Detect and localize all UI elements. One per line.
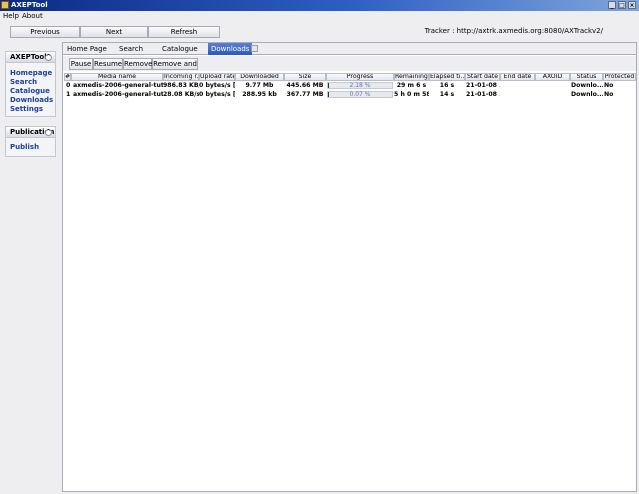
upload-rate: 0 bytes/s [0] <box>199 90 235 99</box>
remove-and-button[interactable]: Remove and ... <box>152 58 198 70</box>
menu-bar: Help About <box>0 11 639 21</box>
elapsed-time: 14 s <box>429 90 465 99</box>
sidebar-axeptool-header[interactable]: AXEPTool ^ <box>6 52 55 63</box>
sidebar-item-homepage[interactable]: Homepage <box>6 69 55 78</box>
column-header[interactable]: Progress <box>326 73 394 81</box>
next-button[interactable]: Next <box>80 26 148 38</box>
elapsed-time: 16 s <box>429 81 465 90</box>
upload-rate: 0 bytes/s [0] <box>199 81 235 90</box>
menu-about[interactable]: About <box>22 12 43 20</box>
protected: No <box>604 90 636 99</box>
column-header[interactable]: Protected <box>603 73 636 81</box>
tab-search[interactable]: Search <box>119 43 143 55</box>
download-actions-bar: Pause Resume Remove Remove and ... <box>63 56 636 71</box>
tab-downloads[interactable]: Downloads <box>208 43 252 55</box>
column-header[interactable]: AXOID <box>535 73 570 81</box>
remove-button[interactable]: Remove <box>123 58 152 70</box>
downloaded: 288.95 kb <box>235 90 284 99</box>
protected: No <box>604 81 636 90</box>
close-icon[interactable]: × <box>628 1 636 9</box>
media-name: axmedis-2006-general-tutori... <box>73 81 163 90</box>
remaining-time: 5 h 0 m 58 s <box>394 90 429 99</box>
sidebar-publication: Publication ^ Publish <box>5 126 56 157</box>
media-name: axmedis-2006-general-tutori... <box>73 90 163 99</box>
sidebar-axeptool: AXEPTool ^ Homepage Search Catalogue Dow… <box>5 51 56 117</box>
window-title: AXEPTool <box>11 1 48 9</box>
incoming-rate: 986.83 KB/... <box>163 81 199 90</box>
sidebar-axeptool-title: AXEPTool <box>10 53 47 61</box>
progress-label: 2.18 % <box>328 83 392 89</box>
column-header[interactable]: Start date <box>465 73 500 81</box>
column-header[interactable]: # <box>64 73 71 81</box>
pause-button[interactable]: Pause <box>69 58 93 70</box>
minimize-icon[interactable]: _ <box>608 1 616 9</box>
tab-home-page[interactable]: Home Page <box>67 43 107 55</box>
tab-bar: Home Page Search Catalogue Downloads <box>63 43 636 55</box>
column-header[interactable]: Downloaded <box>235 73 284 81</box>
column-header[interactable]: Size <box>284 73 326 81</box>
size: 445.66 MB <box>284 81 326 90</box>
maximize-icon[interactable]: □ <box>618 1 626 9</box>
status: Downlo... <box>571 90 603 99</box>
tracker-url: Tracker : http://axtrk.axmedis.org:8080/… <box>425 27 603 35</box>
tab-catalogue[interactable]: Catalogue <box>162 43 198 55</box>
sidebar-item-downloads[interactable]: Downloads <box>6 96 55 105</box>
column-header[interactable]: Media name <box>71 73 163 81</box>
incoming-rate: 28.08 KB/s... <box>163 90 199 99</box>
resume-button[interactable]: Resume <box>93 58 123 70</box>
sidebar-item-search[interactable]: Search <box>6 78 55 87</box>
start-date: 21-01-08 ... <box>466 81 500 90</box>
menu-help[interactable]: Help <box>3 12 19 20</box>
collapse-icon[interactable]: ^ <box>45 54 52 61</box>
column-header[interactable]: Elapsed ti... <box>429 73 465 81</box>
column-header[interactable]: Status <box>570 73 603 81</box>
main-panel: Home Page Search Catalogue Downloads Pau… <box>62 42 637 492</box>
downloaded: 9.77 Mb <box>235 81 284 90</box>
status: Downlo... <box>571 81 603 90</box>
refresh-button[interactable]: Refresh <box>148 26 220 38</box>
column-header[interactable]: End date <box>500 73 535 81</box>
progress-bar: 0.07 % <box>327 91 393 98</box>
progress-label: 0.07 % <box>328 92 392 98</box>
sidebar-item-settings[interactable]: Settings <box>6 105 55 114</box>
previous-button[interactable]: Previous <box>10 26 80 38</box>
column-header[interactable]: Upload rate <box>199 73 235 81</box>
start-date: 21-01-08 ... <box>466 90 500 99</box>
title-bar: AXEPTool _ □ × <box>0 0 639 11</box>
nav-toolbar: Previous Next Refresh Tracker : http://a… <box>0 22 639 40</box>
row-index: 0 <box>66 81 71 90</box>
collapse-icon[interactable]: ^ <box>45 129 52 136</box>
size: 367.77 MB <box>284 90 326 99</box>
remaining-time: 29 m 6 s <box>394 81 429 90</box>
sidebar-item-publish[interactable]: Publish <box>6 143 55 152</box>
progress-bar: 2.18 % <box>327 82 393 89</box>
row-index: 1 <box>66 90 71 99</box>
column-header[interactable]: Remaining... <box>394 73 429 81</box>
tab-close-icon[interactable] <box>251 45 258 52</box>
sidebar-item-catalogue[interactable]: Catalogue <box>6 87 55 96</box>
app-icon <box>1 1 9 9</box>
column-header[interactable]: Incoming r... <box>163 73 199 81</box>
sidebar-publication-header[interactable]: Publication ^ <box>6 127 55 138</box>
